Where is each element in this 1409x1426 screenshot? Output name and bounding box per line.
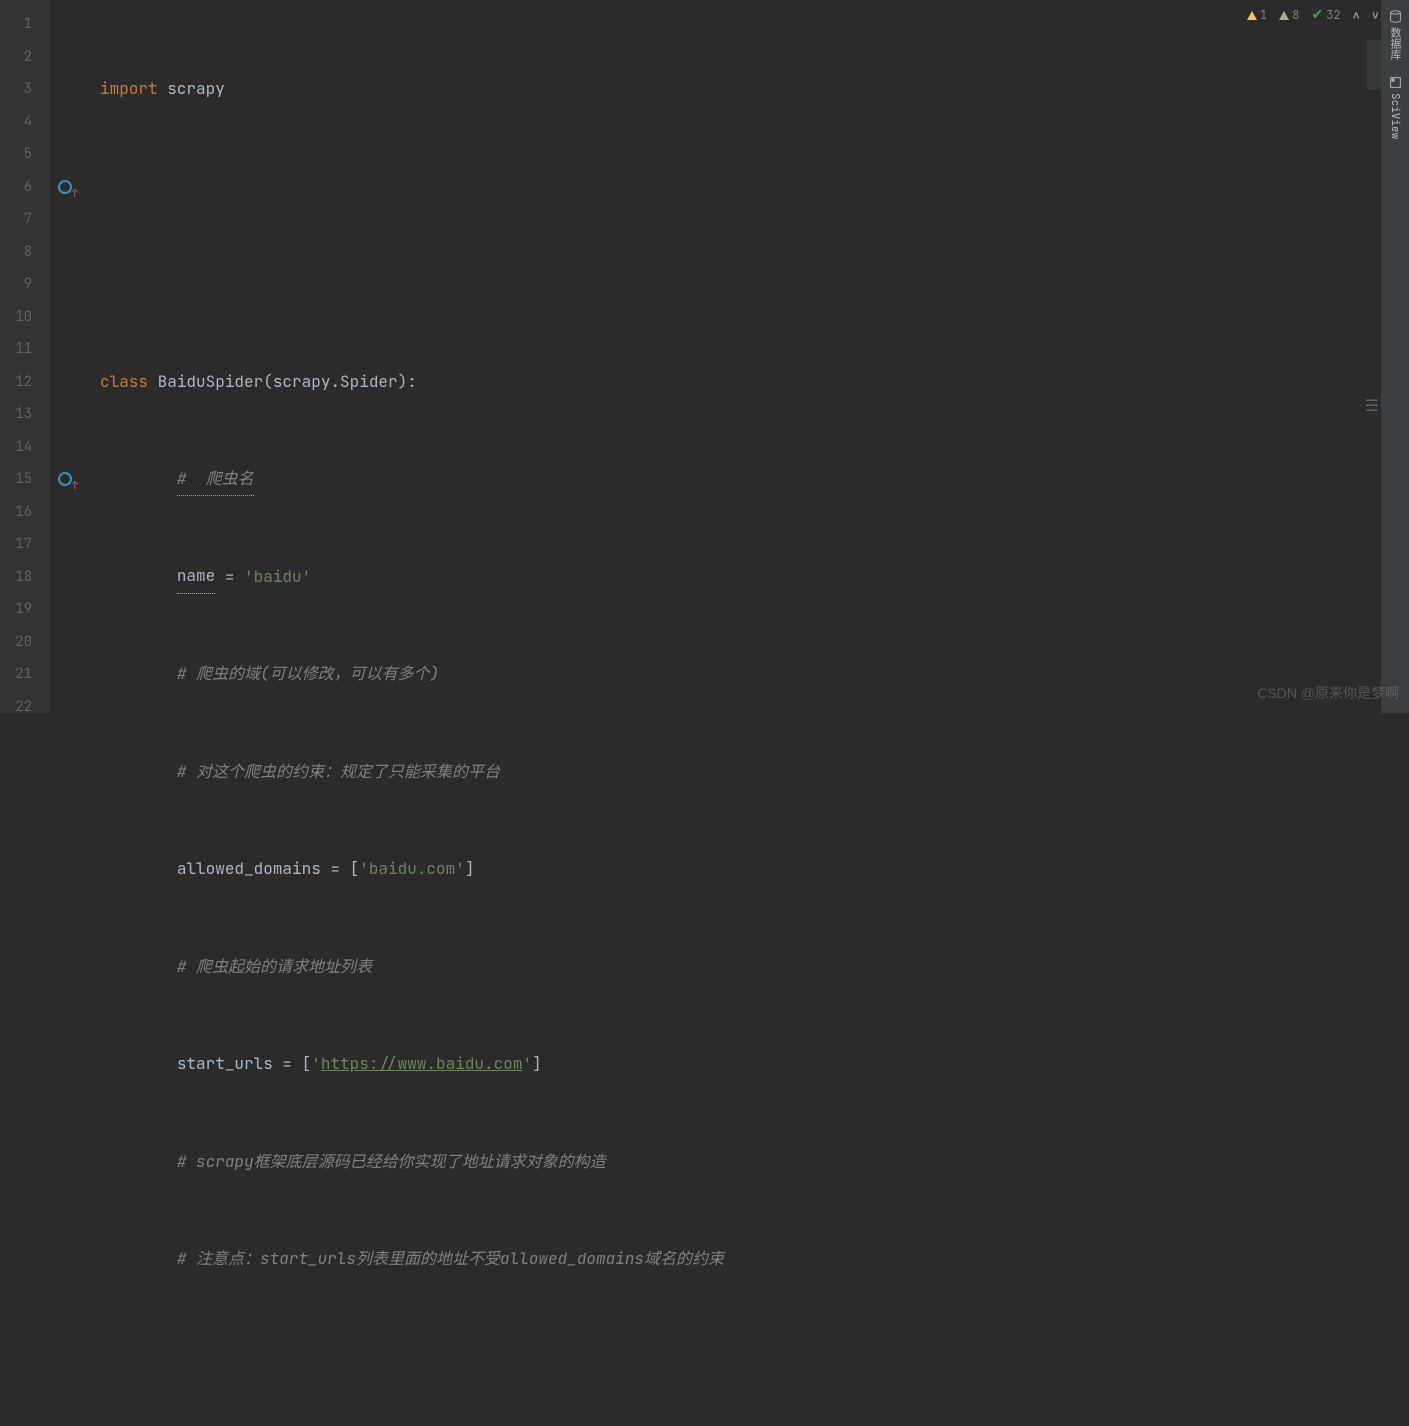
line-number: 9 bbox=[0, 268, 32, 301]
line-number: 15 bbox=[0, 463, 32, 496]
url-link[interactable]: https://www.baidu.com bbox=[321, 1048, 523, 1081]
scrollbar-thumb[interactable] bbox=[1367, 40, 1381, 90]
line-number: 6 bbox=[0, 171, 32, 204]
warning-icon bbox=[1247, 11, 1257, 20]
line-number: 17 bbox=[0, 528, 32, 561]
line-number: 13 bbox=[0, 398, 32, 431]
inspection-status-bar: 1 8 ✔ 32 ∧ ∨ bbox=[1247, 6, 1379, 24]
right-tool-window-bar: 数据库 SciView bbox=[1381, 0, 1409, 713]
keyword-class: class bbox=[100, 366, 148, 399]
line-number: 14 bbox=[0, 431, 32, 464]
weak-warning-count: 8 bbox=[1292, 7, 1299, 23]
line-number: 11 bbox=[0, 333, 32, 366]
database-icon bbox=[1389, 10, 1402, 23]
line-number: 18 bbox=[0, 561, 32, 594]
line-number: 8 bbox=[0, 236, 32, 269]
line-number: 5 bbox=[0, 138, 32, 171]
line-number: 7 bbox=[0, 203, 32, 236]
line-number: 10 bbox=[0, 301, 32, 334]
line-number: 20 bbox=[0, 626, 32, 659]
chevron-down-icon[interactable]: ∨ bbox=[1372, 7, 1379, 23]
sciview-tab-label: SciView bbox=[1388, 93, 1402, 139]
typo-count: 32 bbox=[1326, 7, 1340, 23]
check-icon: ✔ bbox=[1311, 6, 1323, 24]
comment: # scrapy框架底层源码已经给你实现了地址请求对象的构造 bbox=[177, 1146, 606, 1179]
line-number: 1 bbox=[0, 8, 32, 41]
line-number: 22 bbox=[0, 691, 32, 724]
csdn-watermark: CSDN @原来你是梦啊 bbox=[1257, 683, 1399, 703]
line-number: 21 bbox=[0, 658, 32, 691]
error-stripe[interactable] bbox=[1367, 0, 1381, 713]
database-tab[interactable]: 数据库 bbox=[1383, 2, 1407, 68]
line-number: 3 bbox=[0, 73, 32, 106]
hamburger-icon[interactable]: ☰ bbox=[1365, 395, 1379, 416]
line-number: 2 bbox=[0, 41, 32, 74]
comment: # 爬虫名 bbox=[177, 463, 254, 497]
line-number: 4 bbox=[0, 106, 32, 139]
comment: # 对这个爬虫的约束：规定了只能采集的平台 bbox=[177, 756, 500, 789]
weak-warning-icon bbox=[1279, 11, 1289, 20]
sciview-icon bbox=[1389, 76, 1402, 89]
editor-container: 1 2 3 4 5 6 7 8 9 10 11 12 13 14 15 16 1… bbox=[0, 0, 1409, 713]
line-number: 19 bbox=[0, 593, 32, 626]
database-tab-label: 数据库 bbox=[1387, 27, 1403, 60]
code-area[interactable]: import scrapy class BaiduSpider(scrapy.S… bbox=[50, 0, 1409, 713]
line-number: 12 bbox=[0, 366, 32, 399]
line-number: 16 bbox=[0, 496, 32, 529]
keyword-import: import bbox=[100, 73, 158, 106]
chevron-up-icon[interactable]: ∧ bbox=[1353, 7, 1360, 23]
weak-warning-indicator[interactable]: 8 bbox=[1279, 7, 1299, 23]
typo-indicator[interactable]: ✔ 32 bbox=[1311, 6, 1340, 24]
sciview-tab[interactable]: SciView bbox=[1384, 68, 1406, 147]
comment: # 爬虫起始的请求地址列表 bbox=[177, 951, 372, 984]
warning-count: 1 bbox=[1260, 7, 1267, 23]
warning-indicator[interactable]: 1 bbox=[1247, 7, 1267, 23]
var-name: name bbox=[177, 560, 215, 594]
line-number-gutter: 1 2 3 4 5 6 7 8 9 10 11 12 13 14 15 16 1… bbox=[0, 0, 50, 713]
comment: # 爬虫的域(可以修改，可以有多个) bbox=[177, 658, 439, 691]
comment: # 注意点：start_urls列表里面的地址不受allowed_domains… bbox=[177, 1243, 724, 1276]
